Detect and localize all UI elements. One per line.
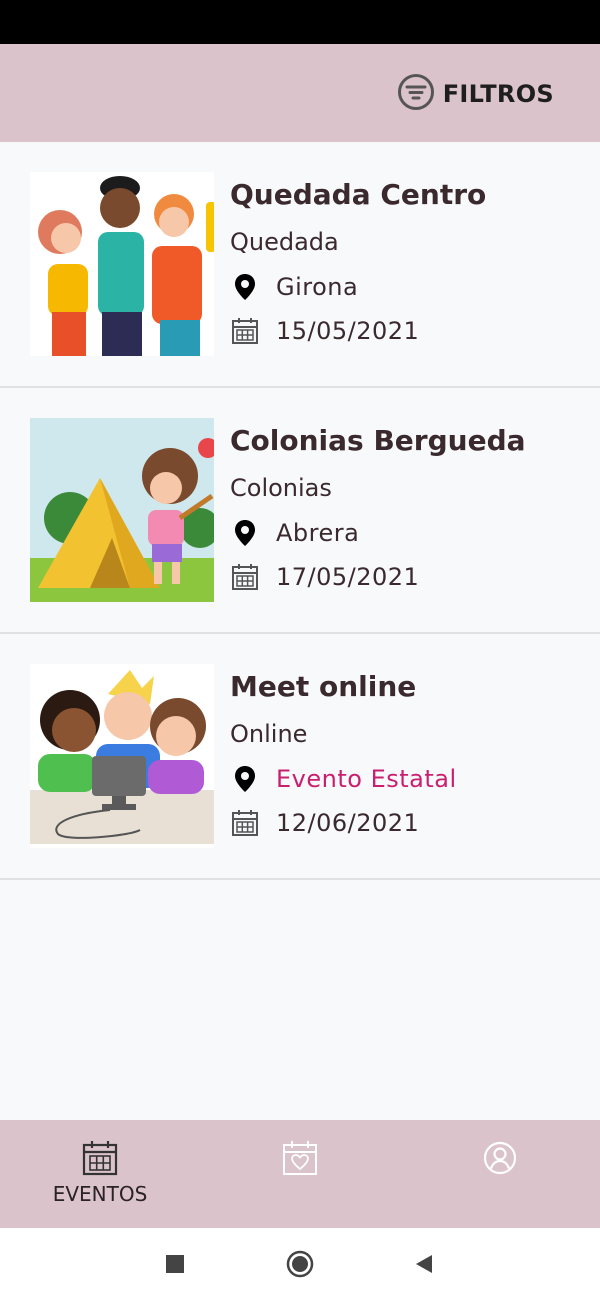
event-type: Colonias bbox=[230, 474, 332, 502]
filter-icon bbox=[397, 73, 435, 115]
app-header: FILTROS bbox=[0, 44, 600, 142]
filter-button[interactable]: FILTROS bbox=[397, 74, 554, 114]
calendar-icon bbox=[230, 316, 260, 346]
nav-item-eventos[interactable]: EVENTOS bbox=[0, 1120, 200, 1228]
location-pin-icon bbox=[230, 272, 260, 302]
status-bar bbox=[0, 0, 600, 44]
event-location: Girona bbox=[230, 272, 358, 302]
location-pin-icon bbox=[230, 518, 260, 548]
event-date-text: 17/05/2021 bbox=[276, 563, 420, 591]
calendar-icon bbox=[230, 808, 260, 838]
kids-at-computer-illustration bbox=[30, 664, 214, 848]
nav-item-profile[interactable] bbox=[400, 1120, 600, 1228]
event-card[interactable]: Meet online Online Evento Estatal 12/06/… bbox=[0, 634, 600, 880]
event-date: 15/05/2021 bbox=[230, 316, 419, 346]
group-of-friends-illustration bbox=[30, 172, 214, 356]
event-date-text: 12/06/2021 bbox=[276, 809, 420, 837]
filter-label: FILTROS bbox=[442, 80, 554, 108]
home-button[interactable] bbox=[286, 1250, 314, 1278]
event-card[interactable]: Quedada Centro Quedada Girona 15/05/2021 bbox=[0, 142, 600, 388]
event-date: 17/05/2021 bbox=[230, 562, 419, 592]
event-type: Online bbox=[230, 720, 308, 748]
event-location-text: Evento Estatal bbox=[276, 765, 457, 793]
profile-icon bbox=[482, 1140, 518, 1176]
event-title: Meet online bbox=[230, 670, 417, 703]
nav-label-eventos: EVENTOS bbox=[52, 1182, 148, 1206]
event-title: Colonias Bergueda bbox=[230, 424, 526, 457]
event-location-text: Girona bbox=[276, 273, 359, 301]
camping-tent-child-illustration bbox=[30, 418, 214, 602]
calendar-icon bbox=[82, 1140, 118, 1176]
event-card[interactable]: Colonias Bergueda Colonias Abrera 17/05/… bbox=[0, 388, 600, 634]
bottom-nav: EVENTOS bbox=[0, 1120, 600, 1228]
event-type: Quedada bbox=[230, 228, 339, 256]
event-date-text: 15/05/2021 bbox=[276, 317, 420, 345]
event-location: Evento Estatal bbox=[230, 764, 457, 794]
event-date: 12/06/2021 bbox=[230, 808, 419, 838]
event-title: Quedada Centro bbox=[230, 178, 487, 211]
calendar-icon bbox=[230, 562, 260, 592]
back-button[interactable] bbox=[410, 1250, 438, 1278]
recent-apps-button[interactable] bbox=[160, 1250, 188, 1278]
location-pin-icon bbox=[230, 764, 260, 794]
system-nav-bar bbox=[0, 1228, 600, 1300]
event-location: Abrera bbox=[230, 518, 359, 548]
event-list: Quedada Centro Quedada Girona 15/05/2021… bbox=[0, 142, 600, 880]
calendar-heart-icon bbox=[282, 1140, 318, 1176]
event-location-text: Abrera bbox=[276, 519, 360, 547]
nav-item-favorites[interactable] bbox=[200, 1120, 400, 1228]
